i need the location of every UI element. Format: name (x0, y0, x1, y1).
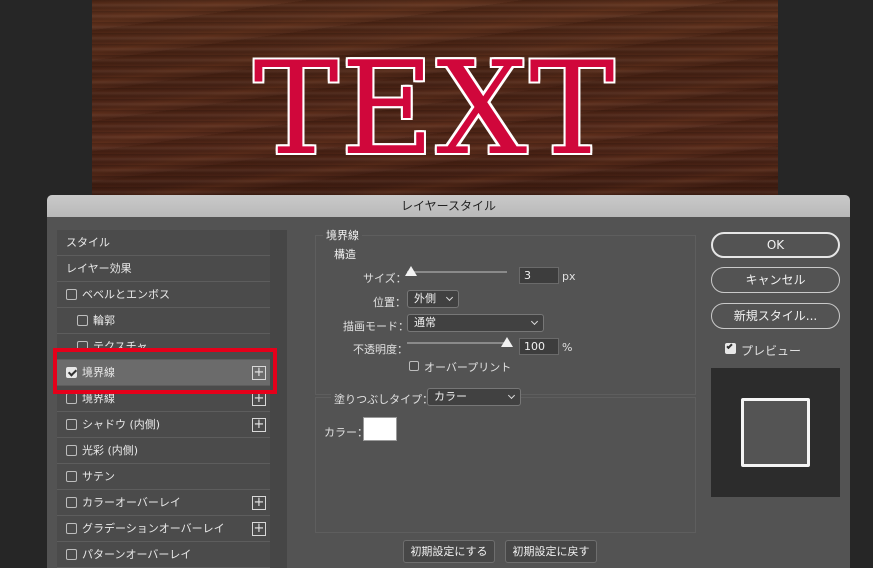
chevron-down-icon (507, 391, 516, 400)
style-list-label: 境界線 (82, 392, 115, 405)
check-icon (726, 342, 733, 350)
stroke-color-swatch[interactable] (363, 417, 397, 441)
reset-default-button[interactable]: 初期設定に戻す (505, 540, 597, 563)
preview-checkbox[interactable] (725, 342, 736, 354)
style-list-label: 境界線 (82, 366, 115, 379)
style-list-label: パターンオーバーレイ (82, 548, 192, 561)
dialog-title: レイヤースタイル (47, 195, 850, 217)
style-list-item-inner-glow[interactable]: 光彩 (内側) (57, 438, 270, 464)
style-list-scrollbar[interactable] (270, 230, 287, 568)
style-list-label: カラーオーバーレイ (82, 496, 181, 509)
checkbox[interactable] (66, 444, 77, 456)
style-list-item-color-overlay[interactable]: カラーオーバーレイ + (57, 490, 270, 516)
style-list-label: レイヤー効果 (66, 262, 132, 275)
style-list-item-gradient-overlay[interactable]: グラデーションオーバーレイ + (57, 516, 270, 542)
checkbox[interactable] (66, 418, 77, 430)
size-label: サイズ： (363, 272, 407, 285)
style-list-item-layer-effects[interactable]: レイヤー効果 (57, 256, 270, 282)
style-list: スタイル レイヤー効果 ベベルとエンボス 輪郭 テクスチャ 境界線 + 境界線 + … (57, 230, 287, 568)
canvas-text-layer: TEXT (253, 35, 617, 184)
preview-label: プレビュー (741, 344, 802, 358)
opacity-unit: % (562, 341, 573, 354)
ok-button[interactable]: OK (711, 232, 840, 258)
style-list-item-bevel-emboss[interactable]: ベベルとエンボス (57, 282, 270, 308)
color-label: カラー： (324, 426, 368, 439)
style-list-item-satin[interactable]: サテン (57, 464, 270, 490)
chevron-down-icon (445, 293, 454, 302)
style-list-label: シャドウ (内側) (82, 418, 161, 431)
add-effect-button[interactable]: + (252, 522, 266, 536)
add-effect-button[interactable]: + (252, 418, 266, 432)
preview-swatch (741, 398, 810, 467)
style-list-item-texture[interactable]: テクスチャ (57, 334, 270, 360)
checkbox[interactable] (77, 340, 88, 352)
checkbox[interactable] (66, 288, 77, 300)
make-default-button[interactable]: 初期設定にする (403, 540, 495, 563)
style-list-item-inner-shadow[interactable]: シャドウ (内側) + (57, 412, 270, 438)
size-slider-track[interactable] (407, 271, 507, 273)
style-list-item-styles[interactable]: スタイル (57, 230, 270, 256)
checkbox[interactable] (77, 314, 88, 326)
position-label: 位置： (373, 296, 406, 309)
cancel-button[interactable]: キャンセル (711, 267, 840, 293)
style-list-label: 光彩 (内側) (82, 444, 139, 457)
add-effect-button[interactable]: + (252, 496, 266, 510)
style-list-item-contour[interactable]: 輪郭 (57, 308, 270, 334)
size-unit: px (562, 270, 576, 283)
document-canvas: TEXT (92, 0, 778, 196)
add-effect-button[interactable]: + (252, 366, 266, 380)
position-value: 外側 (414, 292, 436, 305)
checkbox[interactable] (66, 548, 77, 560)
checkbox[interactable] (66, 522, 77, 534)
overprint-checkbox[interactable] (409, 361, 419, 371)
opacity-slider-track[interactable] (407, 342, 507, 344)
checkbox-checked[interactable] (66, 366, 77, 378)
style-list-label: サテン (82, 470, 115, 483)
opacity-input[interactable]: 100 (519, 338, 559, 355)
fill-type-label: 塗りつぶしタイプ： (331, 391, 437, 407)
overprint-label: オーバープリント (424, 361, 512, 374)
chevron-down-icon (530, 317, 539, 326)
photoshop-workspace: TEXT レイヤースタイル スタイル レイヤー効果 ベベルとエンボス 輪郭 テク… (0, 0, 873, 568)
position-dropdown[interactable]: 外側 (407, 290, 459, 308)
opacity-label: 不透明度： (353, 343, 408, 356)
style-list-item-stroke[interactable]: 境界線 + (57, 386, 270, 412)
style-preview (711, 368, 840, 497)
fill-type-value: カラー (434, 390, 467, 403)
size-slider-handle[interactable] (405, 266, 417, 276)
add-effect-button[interactable]: + (252, 392, 266, 406)
opacity-slider-handle[interactable] (501, 337, 513, 347)
layer-style-dialog: レイヤースタイル スタイル レイヤー効果 ベベルとエンボス 輪郭 テクスチャ 境… (47, 195, 850, 568)
style-list-item-stroke-selected[interactable]: 境界線 + (57, 360, 270, 386)
style-list-label: グラデーションオーバーレイ (82, 522, 225, 535)
checkbox[interactable] (66, 496, 77, 508)
style-list-label: スタイル (66, 236, 110, 249)
stroke-section-title: 境界線 (323, 227, 362, 243)
blend-mode-value: 通常 (414, 316, 436, 329)
checkbox[interactable] (66, 470, 77, 482)
checkbox[interactable] (66, 392, 77, 404)
new-style-button[interactable]: 新規スタイル... (711, 303, 840, 329)
blend-mode-dropdown[interactable]: 通常 (407, 314, 544, 332)
fill-type-dropdown[interactable]: カラー (427, 388, 521, 406)
blend-mode-label: 描画モード： (343, 320, 409, 333)
size-input[interactable]: 3 (519, 267, 559, 284)
style-list-label: テクスチャ (93, 340, 148, 353)
style-list-label: 輪郭 (93, 314, 115, 327)
structure-title: 構造 (331, 246, 359, 262)
style-list-label: ベベルとエンボス (82, 288, 170, 301)
style-list-item-pattern-overlay[interactable]: パターンオーバーレイ (57, 542, 270, 568)
